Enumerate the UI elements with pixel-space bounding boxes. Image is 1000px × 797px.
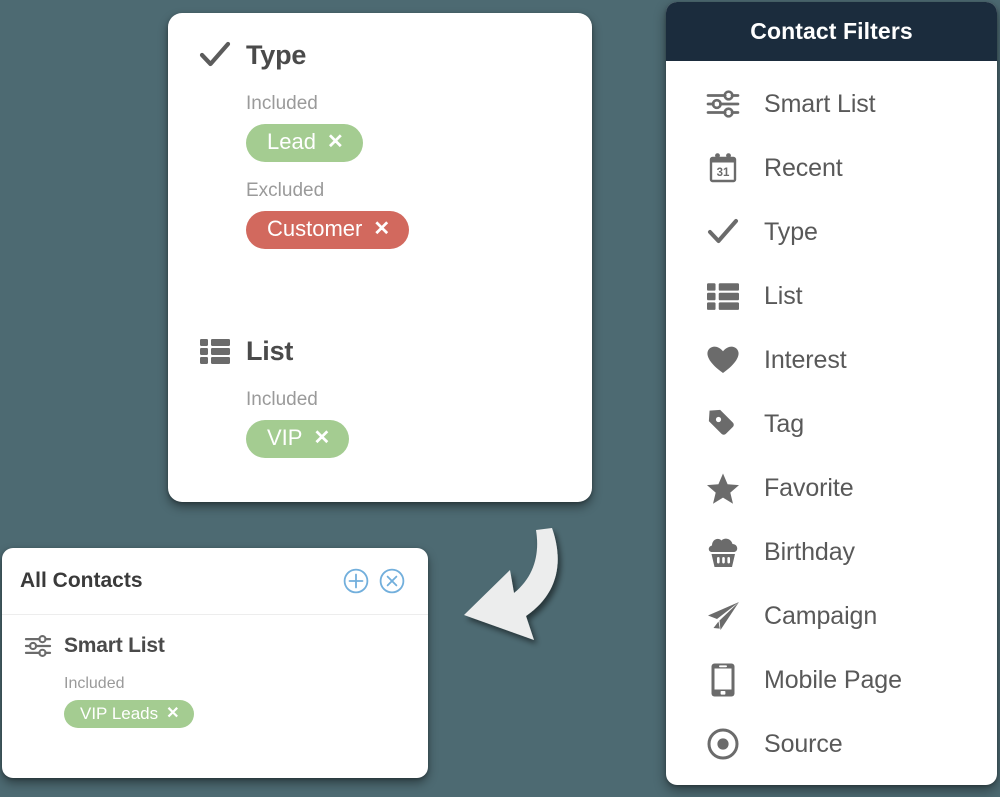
filter-group-title: Type <box>246 39 307 70</box>
all-contacts-header: All Contacts <box>2 548 428 615</box>
sidebar-item-label: Tag <box>764 409 805 438</box>
remove-icon[interactable]: ✕ <box>313 428 330 448</box>
pill-label: VIP Leads <box>80 704 159 723</box>
panel-title: Contact Filters <box>750 18 913 44</box>
filter-pill-vip-leads[interactable]: VIP Leads ✕ <box>64 700 194 728</box>
sidebar-item-list[interactable]: List <box>666 264 997 328</box>
filter-group-header: List <box>168 331 592 371</box>
section-label-excluded: Excluded <box>246 180 325 201</box>
sidebar-item-label: Favorite <box>764 473 854 502</box>
sidebar-item-label: Campaign <box>764 601 878 630</box>
list-icon <box>198 334 232 368</box>
filter-group-type: Type Included Lead ✕ Excluded Customer ✕ <box>168 35 592 249</box>
filter-group-header-smart-list: Smart List <box>2 629 428 663</box>
filter-pill-vip[interactable]: VIP ✕ <box>246 420 350 458</box>
tag-icon <box>704 405 742 443</box>
pill-label: VIP <box>267 425 303 450</box>
sidebar-item-label: Source <box>764 729 843 758</box>
sidebar-item-smart-list[interactable]: Smart List <box>666 72 997 136</box>
sidebar-item-type[interactable]: Type <box>666 200 997 264</box>
pill-row-excluded: Customer ✕ <box>168 211 592 249</box>
sidebar-item-label: Interest <box>764 345 847 374</box>
paper-plane-icon <box>704 597 742 635</box>
sidebar-item-campaign[interactable]: Campaign <box>666 584 997 648</box>
sidebar-item-label: Recent <box>764 153 843 182</box>
check-icon <box>704 213 742 251</box>
filter-type-list: Smart List 31 Recent Type List Interest … <box>666 61 997 776</box>
cupcake-icon <box>704 533 742 571</box>
section-label-included: Included <box>246 389 318 410</box>
sidebar-item-label: List <box>764 281 803 310</box>
sidebar-item-favorite[interactable]: Favorite <box>666 456 997 520</box>
sidebar-item-label: Smart List <box>764 89 876 118</box>
pill-label: Lead <box>267 129 316 154</box>
all-contacts-card: All Contacts Smart List Included VIP Lea… <box>2 548 428 778</box>
filter-group-header: Type <box>168 35 592 75</box>
list-icon <box>704 277 742 315</box>
sidebar-item-label: Birthday <box>764 537 855 566</box>
sliders-icon <box>704 85 742 123</box>
pill-label: Customer <box>267 216 363 241</box>
filter-pill-lead[interactable]: Lead ✕ <box>246 124 363 162</box>
heart-icon <box>704 341 742 379</box>
all-contacts-title: All Contacts <box>20 569 143 592</box>
filter-group-list: List Included VIP ✕ <box>168 331 592 458</box>
curved-arrow-down-left-icon <box>448 520 623 660</box>
close-circle-icon[interactable] <box>378 567 406 595</box>
target-dot-icon <box>704 725 742 763</box>
filter-group-title: Smart List <box>64 634 165 657</box>
sidebar-item-birthday[interactable]: Birthday <box>666 520 997 584</box>
mobile-phone-icon <box>704 661 742 699</box>
pill-row-included: VIP Leads ✕ <box>2 700 428 728</box>
section-label-included: Included <box>246 93 318 114</box>
filter-pill-customer[interactable]: Customer ✕ <box>246 211 410 249</box>
sidebar-item-tag[interactable]: Tag <box>666 392 997 456</box>
svg-text:31: 31 <box>717 167 730 179</box>
sidebar-item-source[interactable]: Source <box>666 712 997 776</box>
remove-icon[interactable]: ✕ <box>373 219 390 239</box>
check-icon <box>198 38 232 72</box>
remove-icon[interactable]: ✕ <box>327 132 344 152</box>
filter-group-title: List <box>246 335 294 366</box>
pill-row-included: Lead ✕ <box>168 124 592 162</box>
sidebar-item-mobile-page[interactable]: Mobile Page <box>666 648 997 712</box>
section-label-included: Included <box>64 675 125 692</box>
plus-circle-icon[interactable] <box>342 567 370 595</box>
filter-card: Type Included Lead ✕ Excluded Customer ✕ <box>168 13 592 502</box>
sidebar-item-interest[interactable]: Interest <box>666 328 997 392</box>
star-icon <box>704 469 742 507</box>
panel-header: Contact Filters <box>666 2 997 61</box>
sidebar-item-recent[interactable]: 31 Recent <box>666 136 997 200</box>
sliders-icon <box>24 632 52 660</box>
pill-row-included: VIP ✕ <box>168 420 592 458</box>
sidebar-item-label: Mobile Page <box>764 665 902 694</box>
sidebar-item-label: Type <box>764 217 818 246</box>
remove-icon[interactable]: ✕ <box>166 705 179 722</box>
all-contacts-body: Smart List Included VIP Leads ✕ <box>2 615 428 728</box>
calendar-31-icon: 31 <box>704 149 742 187</box>
contact-filters-panel: Contact Filters Smart List 31 Recent Typ… <box>666 2 997 785</box>
